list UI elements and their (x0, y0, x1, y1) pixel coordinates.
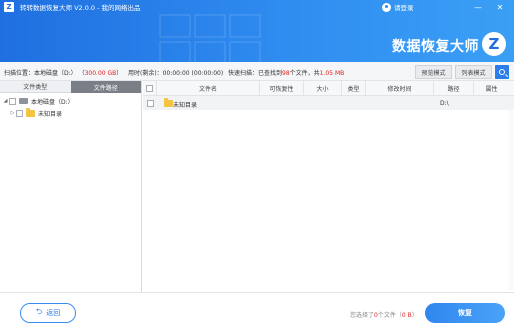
tree-item-label: 未知目录 (38, 110, 63, 118)
selected-size: 0 B (401, 312, 412, 319)
selected-mid: 个文件（ (377, 312, 402, 319)
login-button[interactable]: 请登录 (382, 1, 414, 13)
scan-found-count: 98 (282, 70, 290, 77)
row-checkbox[interactable] (147, 99, 154, 107)
header-banner: Z 转转数据恢复大师 V2.0.0 - 我的网络出品 请登录 — ✕ 数据恢复大… (0, 0, 514, 62)
recover-button[interactable]: 恢复 (425, 303, 505, 323)
tree-checkbox-unknown[interactable] (16, 109, 23, 117)
tab-file-type[interactable]: 文件类型 (0, 81, 71, 93)
left-tabs: 文件类型 文件路径 (0, 81, 141, 93)
back-label: 返回 (46, 309, 61, 317)
vertical-scrollbar[interactable] (509, 110, 514, 290)
column-header-modified[interactable]: 修改时间 (366, 81, 434, 96)
close-button[interactable]: ✕ (494, 1, 506, 13)
preview-mode-button[interactable]: 预览模式 (415, 65, 452, 79)
brand-text: 数据恢复大师 (392, 39, 479, 55)
scan-found-prefix: 快速扫描：已查找到 (228, 70, 283, 77)
user-icon (382, 2, 391, 12)
scan-location-size: 300.00 GB (84, 70, 117, 77)
column-header-path[interactable]: 路径 (434, 81, 474, 96)
left-panel: 文件类型 文件路径 ◢ 本地磁盘（D:） ▷ 未知目录 (0, 81, 142, 292)
tree-checkbox-drive[interactable] (9, 97, 16, 105)
tree-item-unknown-dir[interactable]: ▷ 未知目录 (0, 107, 141, 119)
row-path: D:\ (440, 100, 449, 107)
table-row[interactable]: 未知目录 D:\ (143, 96, 514, 110)
expand-icon[interactable]: ▷ (9, 110, 16, 116)
login-label: 请登录 (394, 4, 414, 12)
column-header-name[interactable]: 文件名 (157, 81, 260, 96)
scan-location-paren-close: ） (116, 70, 123, 77)
scan-location: 扫描位置：本地磁盘（D:） （300.00 GB） (4, 68, 122, 77)
drive-icon (19, 98, 28, 104)
brand-logo-icon: Z (482, 32, 506, 56)
banner-decoration (159, 14, 261, 62)
column-header-attr[interactable]: 属性 (474, 81, 509, 96)
select-all-checkbox[interactable] (146, 85, 153, 92)
column-header-type[interactable]: 类型 (342, 81, 366, 96)
title-bar: Z 转转数据恢复大师 V2.0.0 - 我的网络出品 (0, 0, 514, 14)
back-button[interactable]: ⮌ 返回 (20, 303, 76, 323)
search-button[interactable] (495, 65, 509, 79)
scan-found-mid: 个文件，共 (289, 70, 320, 77)
minimize-button[interactable]: — (472, 1, 484, 13)
list-mode-button[interactable]: 列表模式 (455, 65, 492, 79)
scan-info-bar: 扫描位置：本地磁盘（D:） （300.00 GB） 用时(剩余)：00:00:0… (0, 62, 514, 81)
scan-found: 快速扫描：已查找到98个文件，共1.05 MB (228, 68, 344, 77)
tab-file-path[interactable]: 文件路径 (70, 81, 141, 93)
row-file-name: 未知目录 (173, 102, 198, 109)
app-logo-icon: Z (4, 2, 14, 12)
collapse-icon[interactable]: ◢ (2, 98, 9, 104)
scan-found-size: 1.05 MB (319, 70, 345, 77)
selected-suffix: ） (411, 312, 418, 319)
select-all-cell[interactable] (143, 81, 157, 96)
column-header-size[interactable]: 大小 (304, 81, 342, 96)
scan-time: 用时(剩余)：00:00:00 (00:00:00) (128, 70, 224, 77)
folder-icon (164, 98, 173, 107)
column-header-recoverability[interactable]: 可恢复性 (260, 81, 304, 96)
tree-item-label: 本地磁盘（D:） (31, 98, 74, 106)
scan-location-label: 扫描位置：本地磁盘（D:） (4, 70, 77, 77)
tree-item-drive-d[interactable]: ◢ 本地磁盘（D:） (0, 95, 141, 107)
search-icon (499, 69, 505, 75)
back-arrow-icon: ⮌ (35, 307, 43, 316)
file-table (143, 81, 514, 292)
folder-icon (26, 108, 35, 117)
selected-prefix: 您选择了 (350, 312, 375, 319)
window-title: 转转数据恢复大师 V2.0.0 - 我的网络出品 (20, 4, 141, 12)
selected-summary: 您选择了0个文件（0 B） (350, 310, 418, 319)
